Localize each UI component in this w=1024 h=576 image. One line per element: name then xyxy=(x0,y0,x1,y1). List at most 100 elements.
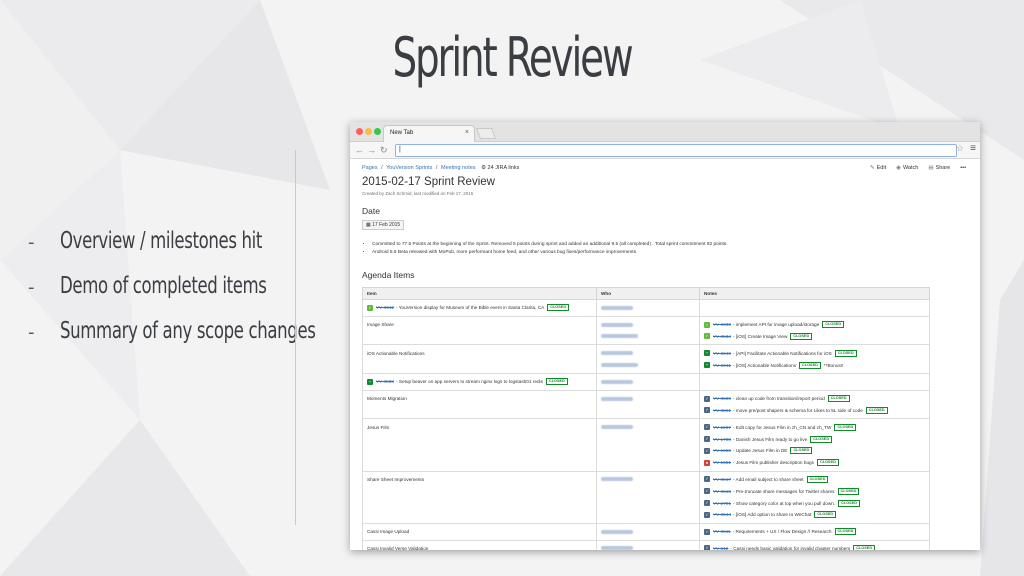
who-cell xyxy=(596,389,700,420)
status-badge: CLOSED xyxy=(545,378,568,386)
notes-cell: + YV-3040 - [API] Facilitate Actionable N… xyxy=(699,344,930,374)
notes-cell: ✓ YV-3611 - Requirements + UX / Flow Desi… xyxy=(699,522,930,541)
jira-icon: ⚙ xyxy=(481,165,487,171)
issue-summary: - Add email subject to share sheet xyxy=(732,476,804,482)
breadcrumb-meeting-notes[interactable]: Meeting notes xyxy=(441,165,476,171)
table-row: ✓ YV-3342 - YouVersion display for Museum… xyxy=(362,299,930,317)
issue-line: ✓ YV-3342 - YouVersion display for Museum… xyxy=(367,302,592,314)
status-badge: CLOSED xyxy=(853,544,876,550)
edit-button[interactable]: ✎ Edit xyxy=(870,165,886,171)
status-badge: CLOSED xyxy=(834,528,857,536)
issue-line: ✓ YV-2701 - Show category color at top wh… xyxy=(704,497,925,509)
who-line xyxy=(601,319,695,331)
issue-summary: - Danish Jesus Film ready to go live xyxy=(732,436,808,442)
status-badge: CLOSED xyxy=(799,361,821,369)
table-row: Image Share ✓ YV-3330 - implement API for … xyxy=(362,315,930,346)
url-input[interactable]: | xyxy=(395,144,957,157)
issue-key-link[interactable]: YV-3617 xyxy=(713,477,731,482)
issue-line: Image Share xyxy=(367,319,592,331)
issue-key-link[interactable]: YV-3618 xyxy=(713,489,731,494)
issue-key-link[interactable]: YV-2701 xyxy=(713,501,731,506)
redacted-name xyxy=(601,351,633,356)
status-badge: CLOSED xyxy=(865,406,888,414)
minimize-window-icon[interactable] xyxy=(365,128,372,135)
browser-toolbar: ← → ↻ | ☆ ≡ xyxy=(350,142,980,159)
issue-key-link[interactable]: YV-3261 xyxy=(713,408,731,413)
table-row: Moments Migration ✓ YV-3600 - clean up cod… xyxy=(362,389,930,420)
issue-key-link[interactable]: YV-3040 xyxy=(713,351,731,356)
new-tab-button[interactable] xyxy=(475,128,497,139)
improvement-icon: + xyxy=(704,350,710,357)
issue-key-link[interactable]: YV-2207 xyxy=(713,425,731,430)
status-badge: CLOSED xyxy=(834,349,857,357)
who-line xyxy=(601,376,695,388)
tab-close-icon[interactable]: × xyxy=(465,129,469,136)
status-badge: CLOSED xyxy=(806,475,829,483)
issue-key-link[interactable]: YV-1551 xyxy=(713,460,731,465)
who-line xyxy=(601,393,695,405)
item-cell: Share Sheet Improvements xyxy=(362,470,597,524)
who-line xyxy=(601,421,695,433)
page-title: 2015-02-17 Sprint Review xyxy=(362,176,495,188)
summary-list: Committed to 77.5 Points at the beginnin… xyxy=(372,241,728,257)
issue-line: ● YV-1551 - Jesus Film publisher descript… xyxy=(704,457,925,469)
notes-cell: ✓ YV-3617 - Add email subject to share sh… xyxy=(699,470,930,524)
issue-key-link[interactable]: YV-3611 xyxy=(713,529,731,534)
issue-key-link[interactable]: YV-3600 xyxy=(713,396,731,401)
browser-tab[interactable]: New Tab × xyxy=(383,125,475,142)
redacted-name xyxy=(601,363,638,368)
notes-cell xyxy=(699,299,930,317)
who-cell xyxy=(596,299,700,317)
who-cell xyxy=(596,315,700,346)
issue-line: ✓ YV-3534 - [iOS] Create Image View CLOSED xyxy=(704,331,925,343)
issue-key-link[interactable]: YV-3330 xyxy=(713,322,731,327)
status-badge: CLOSED xyxy=(790,332,813,340)
who-cell xyxy=(596,344,700,374)
status-badge: CLOSED xyxy=(814,511,837,519)
issue-summary: - move pre/post shapers & schema for Lik… xyxy=(732,407,863,413)
issue-key-link[interactable]: YV-3544 xyxy=(713,512,731,517)
column-header-item: Item xyxy=(362,287,597,300)
issue-key-link[interactable]: YV-3588 xyxy=(376,379,394,384)
menu-icon[interactable]: ≡ xyxy=(970,143,976,154)
bookmark-icon[interactable]: ☆ xyxy=(956,143,964,154)
who-cell xyxy=(596,470,700,524)
breadcrumb-youversion-sprints[interactable]: YouVersion Sprints xyxy=(386,165,432,171)
back-icon[interactable]: ← xyxy=(355,145,364,155)
item-cell: Cassi Image Upload xyxy=(362,522,597,541)
redacted-name xyxy=(601,529,633,534)
close-window-icon[interactable] xyxy=(356,128,363,135)
task-icon: ✓ xyxy=(704,500,710,507)
improvement-icon: + xyxy=(367,378,373,385)
forward-icon[interactable]: → xyxy=(367,145,376,155)
item-cell: iOS Actionable Notifications xyxy=(362,344,597,374)
redacted-name xyxy=(601,305,633,310)
issue-key-link[interactable]: YV-3534 xyxy=(713,334,731,339)
more-actions-button[interactable]: ••• xyxy=(960,165,966,171)
issue-summary: - Requirements + UX / Flow Design // Res… xyxy=(732,529,832,535)
reload-icon[interactable]: ↻ xyxy=(380,145,388,155)
notes-cell xyxy=(699,372,930,391)
issue-line: ✓ YV-3261 - move pre/post shapers & schem… xyxy=(704,405,925,417)
status-badge: CLOSED xyxy=(837,487,860,495)
maximize-window-icon[interactable] xyxy=(374,128,381,135)
issue-summary: - Cassi needs basic validation for inval… xyxy=(730,545,851,550)
jira-links[interactable]: ⚙ 24 JIRA links xyxy=(481,165,519,171)
browser-tab-bar: New Tab × xyxy=(350,122,980,142)
issue-key-link[interactable]: YV-1788 xyxy=(713,437,731,442)
column-header-who: Who xyxy=(596,287,700,300)
issue-key-link[interactable]: YV-3342 xyxy=(376,305,394,310)
issue-key-link[interactable]: YV-3041 xyxy=(713,363,731,368)
summary-item: Committed to 77.5 Points at the beginnin… xyxy=(372,241,728,249)
issue-line: ✓ YV-3330 - implement API for image uploa… xyxy=(704,319,925,331)
breadcrumb-pages[interactable]: Pages xyxy=(362,165,378,171)
issue-summary: - Setup beaver on app servers to stream … xyxy=(395,379,543,385)
issue-line: ✓ YV-3544 - [iOS] Add option to share to … xyxy=(704,509,925,521)
watch-button[interactable]: ◉ Watch xyxy=(896,165,918,171)
issue-key-link[interactable]: YV-612 xyxy=(713,546,728,550)
tab-title: New Tab xyxy=(390,130,414,136)
item-cell: + YV-3588 - Setup beaver on app servers t… xyxy=(362,372,597,391)
share-button[interactable]: ▤ Share xyxy=(928,165,950,171)
issue-key-link[interactable]: YV-1656 xyxy=(713,448,731,453)
table-row: Cassi Invalid Verse Validation ✓ YV-612 - … xyxy=(362,539,930,550)
